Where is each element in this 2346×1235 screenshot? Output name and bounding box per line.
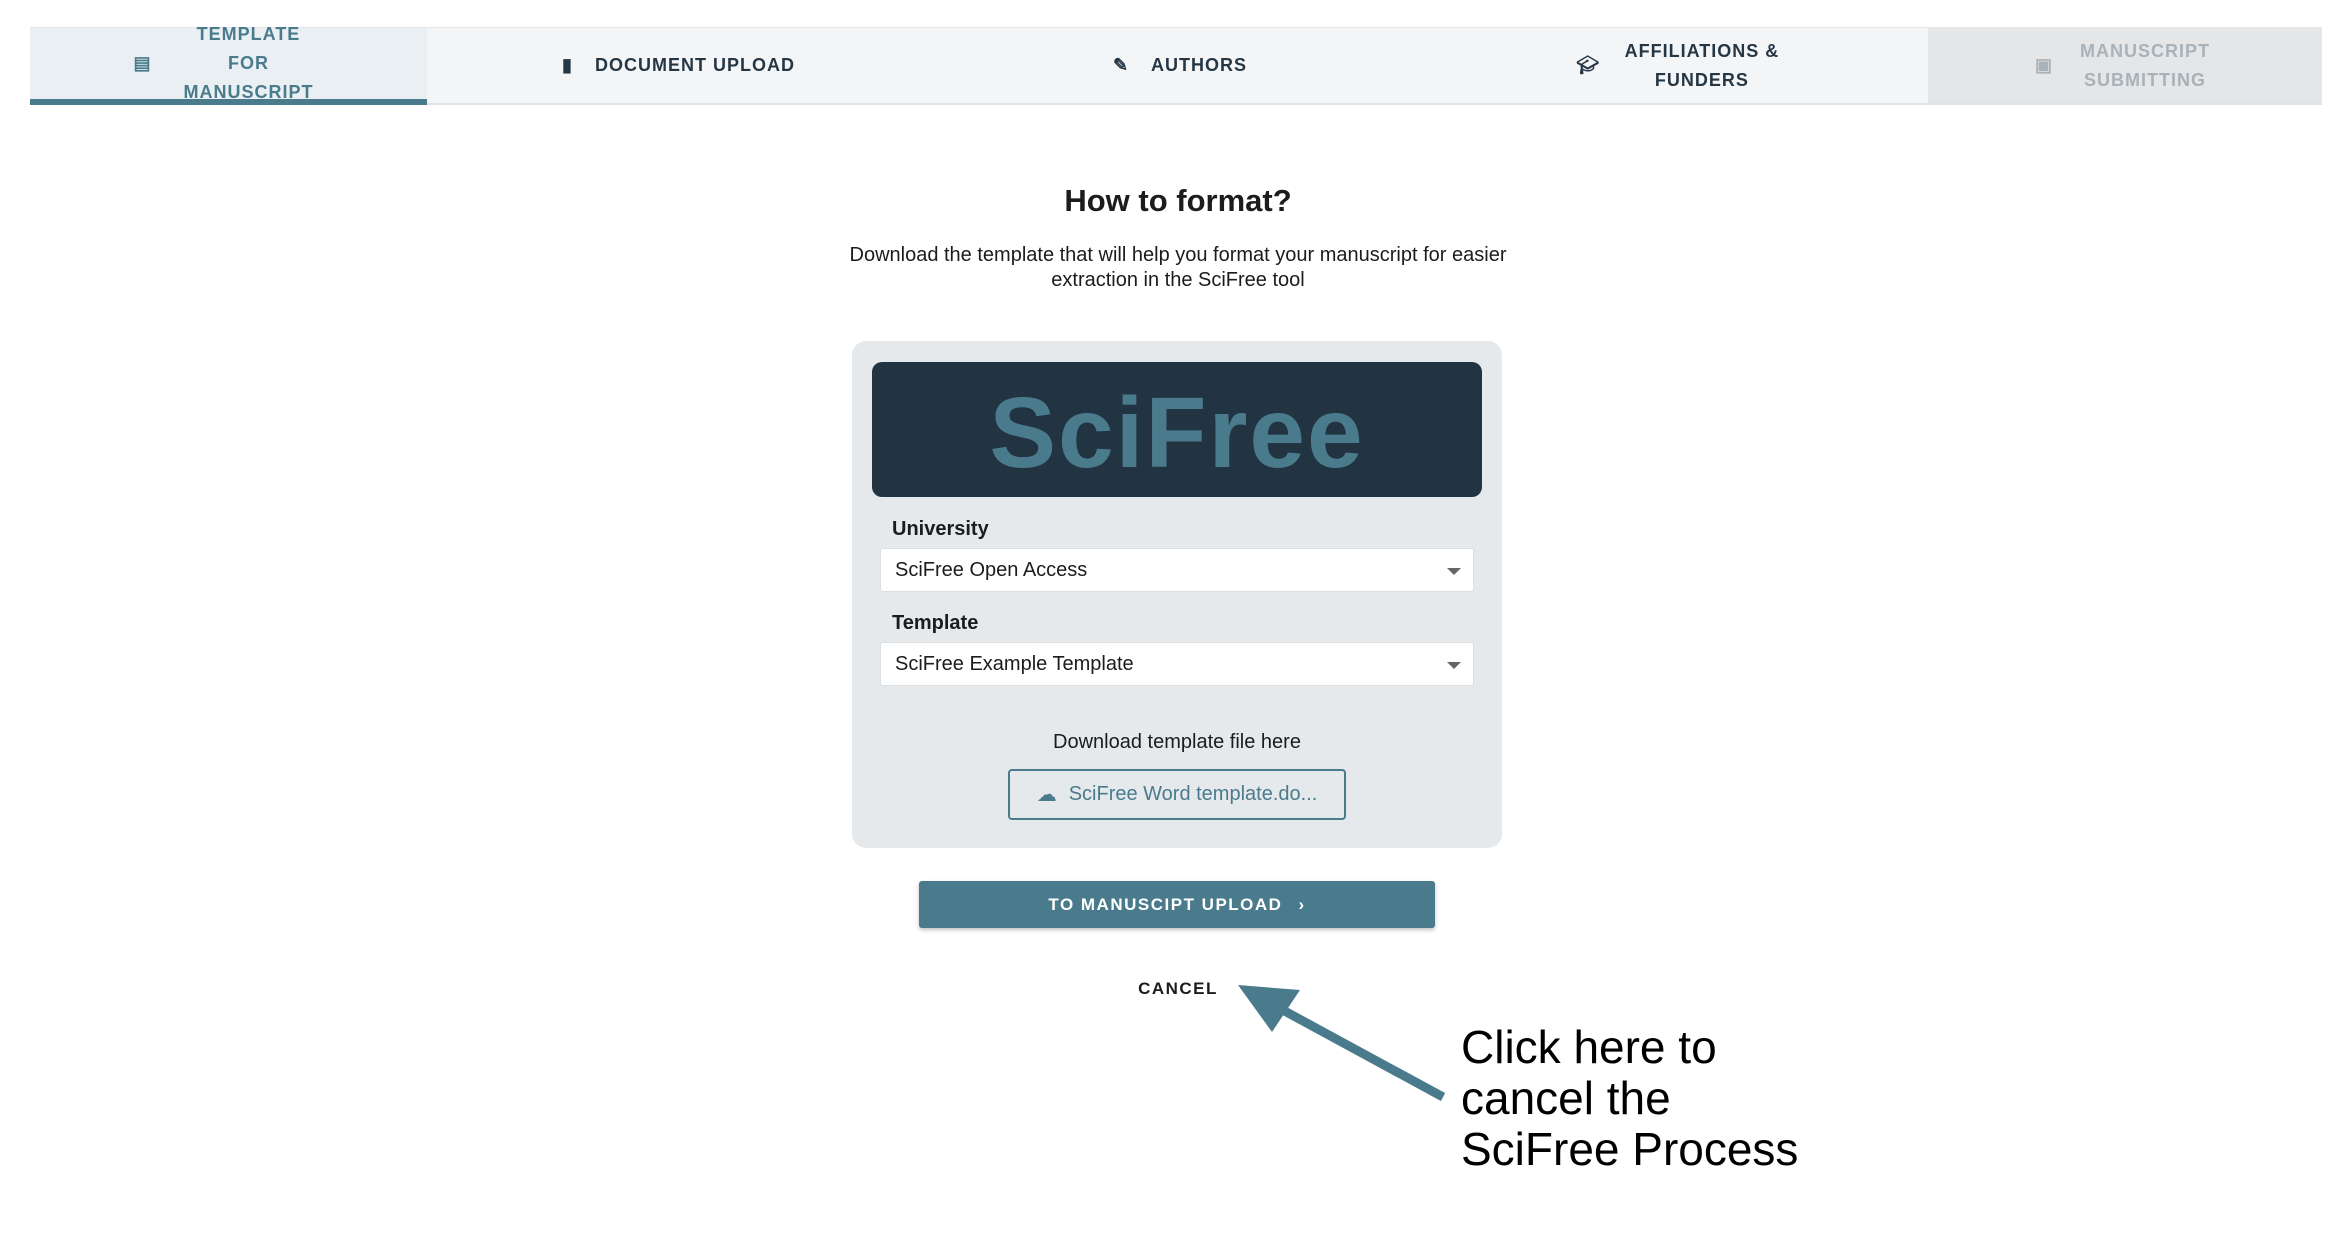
annotation-text: Click here to cancel the SciFree Process — [1461, 1021, 1799, 1175]
annotation-arrow — [1238, 985, 1446, 1101]
